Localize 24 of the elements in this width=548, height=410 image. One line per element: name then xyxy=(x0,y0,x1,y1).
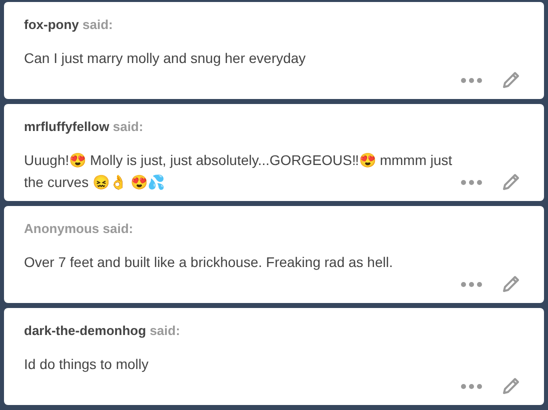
edit-button[interactable] xyxy=(500,375,522,397)
ask-text: Id do things to molly xyxy=(24,355,149,374)
more-options-button[interactable] xyxy=(459,178,484,186)
edit-button[interactable] xyxy=(500,171,522,193)
more-options-button[interactable] xyxy=(459,382,484,390)
more-options-button[interactable] xyxy=(459,280,484,288)
said-label: said: xyxy=(102,221,134,236)
ask-text: Uuugh!😍 Molly is just, just absolutely...GORGEOUS‼😍 mmmm just the curves 😖👌 😍💦 xyxy=(24,151,454,192)
ask-text: Can I just marry molly and snug her everyday xyxy=(24,49,306,68)
edit-button[interactable] xyxy=(500,69,522,91)
ask-text: Over 7 feet and built like a brickhouse. Freaking rad as hell. xyxy=(24,253,393,272)
pencil-icon xyxy=(501,172,521,192)
pencil-icon xyxy=(501,274,521,294)
asker-name: fox-pony xyxy=(24,17,79,32)
pencil-icon xyxy=(501,70,521,90)
asker-name: dark-the-demonhog xyxy=(24,323,146,338)
said-label: said: xyxy=(150,323,180,338)
asker-name: mrfluffyfellow xyxy=(24,119,110,134)
said-label: said: xyxy=(112,119,144,134)
said-label: said: xyxy=(82,17,113,32)
pencil-icon xyxy=(501,376,521,396)
more-options-button[interactable] xyxy=(459,76,484,84)
asker-name: Anonymous xyxy=(24,221,100,236)
edit-button[interactable] xyxy=(500,273,522,295)
